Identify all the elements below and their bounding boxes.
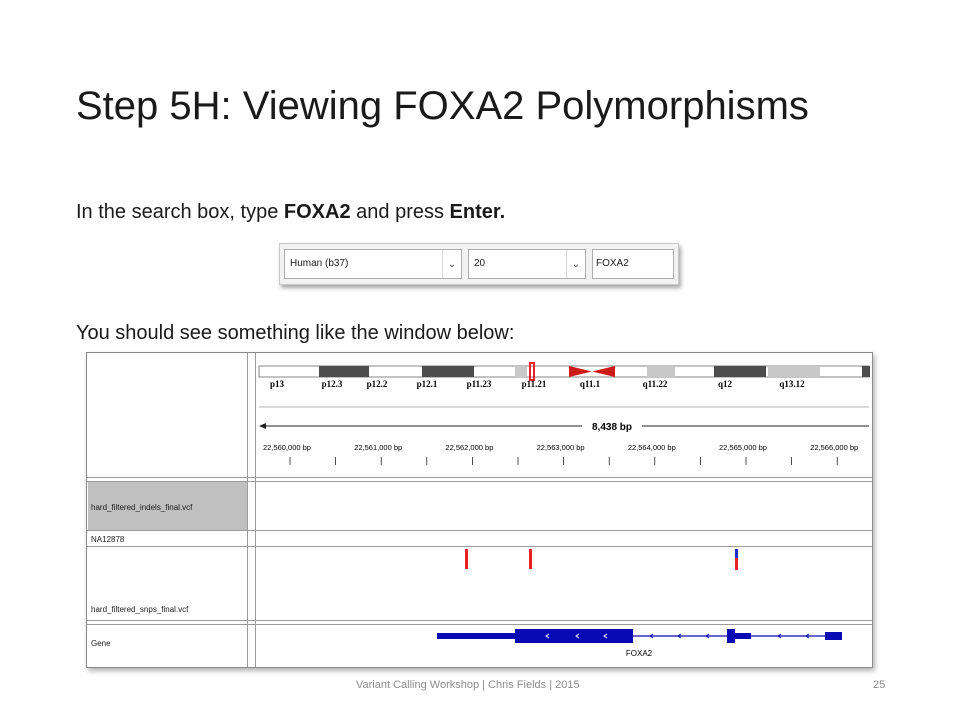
page-number: 25 [873,679,886,691]
instruction-part-2: and press [350,201,450,223]
span-arrow-left [259,423,266,429]
slide-title: Step 5H: Viewing FOXA2 Polymorphisms [76,84,809,128]
locus-search-value: FOXA2 [596,258,629,269]
snp-variant-2[interactable] [529,549,532,569]
snp-variant-3-allele[interactable] [735,549,738,558]
cytoband-label: p11.23 [467,379,492,389]
ruler-tick-label: 22,566,000 bp [810,443,858,452]
locus-search-input[interactable]: FOXA2 [592,249,674,279]
ideogram-band-dark [319,366,369,377]
caption-text: You should see something like the window… [76,322,515,344]
slide-footer: Variant Calling Workshop | Chris Fields … [356,679,580,691]
instruction-text: In the search box, type FOXA2 and press … [76,199,505,225]
foxa2-gene-model[interactable] [437,629,842,643]
snp-variant-1[interactable] [465,549,468,569]
coding-exon-2 [727,629,735,643]
igv-data-panel[interactable]: p13 p12.3 p12.2 p12.1 p11.23 p11.21 q11.1 q11.2… [257,353,872,667]
ideogram-band-dark [422,366,474,377]
instruction-gene: FOXA2 [283,201,351,223]
cytoband-labels: p13 p12.3 p12.2 p12.1 p11.23 p11.21 q11.1 q11.2… [270,379,805,389]
ruler-ticks: 22,560,000 bp 22,561,000 bp 22,562,000 bp 2… [263,443,858,465]
chromosome-dropdown-value: 20 [474,258,486,269]
snps-track-name[interactable]: hard_filtered_snps_final.vcf [91,605,188,614]
ruler-tick-label: 22,561,000 bp [354,443,402,452]
chevron-down-icon[interactable]: ⌄ [566,250,585,278]
igv-search-toolbar: Human (b37) ⌄ 20 ⌄ FOXA2 [279,243,679,285]
cytoband-label: p12.3 [322,379,343,389]
utr-block-3 [825,632,842,640]
cytoband-label: q12 [718,379,733,389]
span-label: 8,438 bp [592,422,632,433]
snp-variant-3[interactable] [735,558,738,570]
ruler-tick-label: 22,563,000 bp [537,443,585,452]
cytoband-label: q11.22 [643,379,668,389]
cytoband-label: q11.1 [580,379,601,389]
ruler-tick-label: 22,565,000 bp [719,443,767,452]
ideogram-band-dark [714,366,766,377]
gene-name-label: FOXA2 [626,649,653,658]
cytoband-label: p13 [270,379,285,389]
ideogram-band-light [768,366,820,377]
genome-dropdown[interactable]: Human (b37) ⌄ [284,249,462,279]
ruler-tick-label: 22,564,000 bp [628,443,676,452]
genome-dropdown-value: Human (b37) [290,258,349,269]
chromosome-dropdown[interactable]: 20 ⌄ [468,249,586,279]
utr-block [437,633,517,639]
cytoband-label: p12.1 [417,379,438,389]
utr-block-2 [735,633,751,639]
sample-track-name[interactable]: NA12878 [91,535,124,544]
chevron-down-icon[interactable]: ⌄ [442,250,461,278]
ruler-tick-label: 22,560,000 bp [263,443,311,452]
igv-window: hard_filtered_indels_final.vcf NA12878 h… [86,352,873,668]
chromosome-ideogram[interactable] [258,362,870,381]
ruler-tick-label: 22,562,000 bp [445,443,493,452]
ideogram-band-dark [862,366,870,377]
instruction-part-1: In the search box, type [76,201,284,223]
ideogram-band-light [515,366,527,377]
cytoband-label: p11.21 [522,379,547,389]
ideogram-band-light [647,366,675,377]
indels-track-name[interactable]: hard_filtered_indels_final.vcf [91,503,192,512]
gene-track-name[interactable]: Gene [91,639,111,648]
cytoband-label: p12.2 [367,379,388,389]
instruction-key: Enter. [449,201,506,223]
cytoband-label: q13.12 [779,379,805,389]
coding-exon [515,629,633,643]
